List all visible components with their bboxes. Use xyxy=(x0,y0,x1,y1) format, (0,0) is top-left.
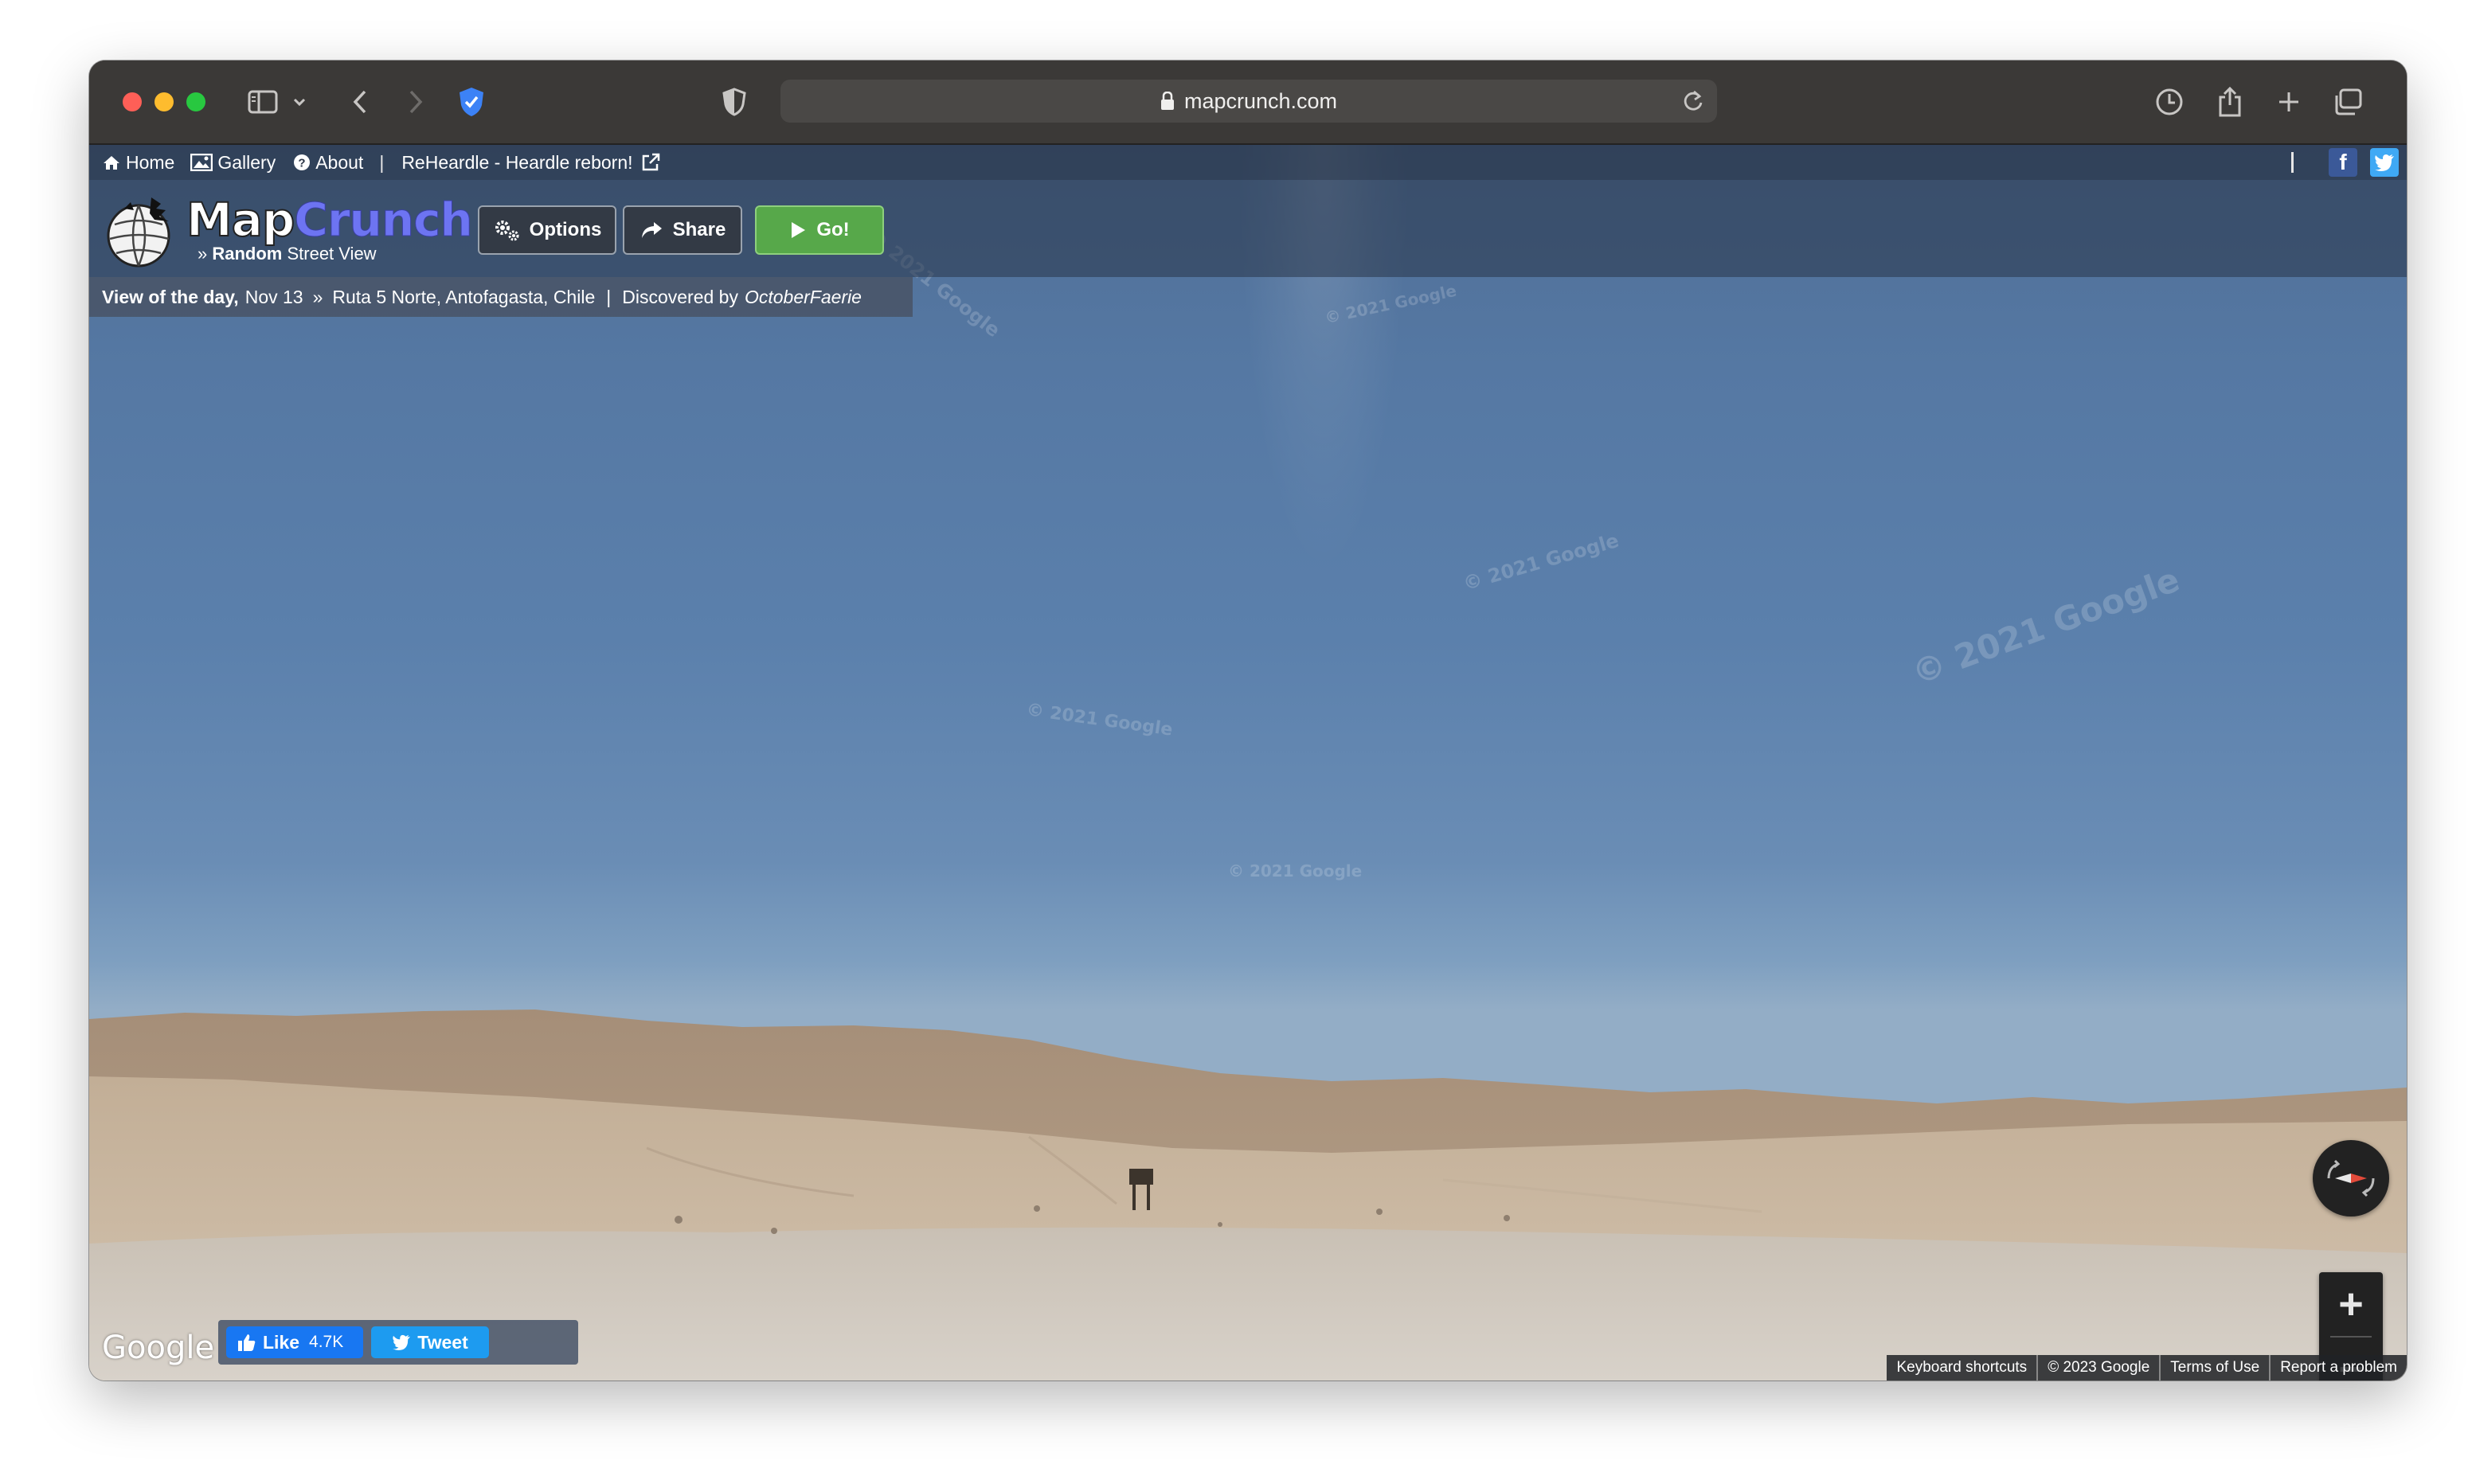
social-links: f xyxy=(2291,148,2399,177)
map-attribution: Keyboard shortcuts © 2023 Google Terms o… xyxy=(1887,1355,2407,1381)
caption-discovered: Discovered by xyxy=(622,286,738,307)
twitter-icon[interactable] xyxy=(2370,148,2399,177)
copyright-text: © 2023 Google xyxy=(2048,1359,2150,1376)
back-arrow-icon[interactable] xyxy=(344,81,376,123)
tweet-button[interactable]: Tweet xyxy=(371,1326,489,1358)
address-bar[interactable]: mapcrunch.com xyxy=(780,80,1717,123)
minimize-window-button[interactable] xyxy=(154,92,174,111)
caption-date: Nov 13 xyxy=(244,286,303,307)
twitter-bird-icon xyxy=(392,1334,411,1350)
lock-icon xyxy=(1160,92,1175,111)
reload-icon[interactable] xyxy=(1682,89,1704,119)
desert-landscape xyxy=(89,1010,2407,1381)
sidebar-toggle-icon[interactable] xyxy=(244,81,282,123)
nav-promo-link[interactable]: ReHeardle - Heardle reborn! xyxy=(401,152,664,174)
terms-of-use-link[interactable]: Terms of Use xyxy=(2161,1359,2269,1377)
thumbs-up-icon xyxy=(237,1333,256,1352)
zoom-in-button[interactable]: + xyxy=(2319,1272,2383,1336)
new-tab-plus-icon[interactable] xyxy=(2271,81,2306,123)
tracking-shield-icon[interactable] xyxy=(718,81,750,123)
play-icon xyxy=(789,221,807,240)
report-problem-link[interactable]: Report a problem xyxy=(2271,1359,2407,1377)
caption-raquo: » xyxy=(312,286,323,307)
go-button[interactable]: Go! xyxy=(755,205,884,255)
globe-logo-icon xyxy=(107,197,170,268)
nav-gallery-label: Gallery xyxy=(217,151,276,173)
home-icon xyxy=(102,154,121,170)
facebook-icon[interactable]: f xyxy=(2329,148,2357,177)
url-text: mapcrunch.com xyxy=(1183,88,1338,113)
share-button[interactable]: Share xyxy=(623,205,742,255)
like-label: Like xyxy=(263,1331,300,1353)
fullscreen-window-button[interactable] xyxy=(186,92,205,111)
road-sign xyxy=(1129,1169,1153,1210)
compass-control[interactable] xyxy=(2313,1140,2389,1216)
nav-home-label: Home xyxy=(126,151,175,173)
share-icon[interactable] xyxy=(2212,81,2247,123)
tweet-label: Tweet xyxy=(417,1331,468,1353)
history-clock-icon[interactable] xyxy=(2152,81,2187,123)
caption-lead: View of the day, xyxy=(102,286,239,307)
caption-discoverer-link[interactable]: OctoberFaerie xyxy=(745,287,862,308)
nav-about-label: About xyxy=(315,151,364,173)
street-view-page[interactable]: © 2021 Google © 2021 Google © 2021 Googl… xyxy=(89,145,2407,1381)
nav-promo-label: ReHeardle - Heardle reborn! xyxy=(401,151,633,173)
go-label: Go! xyxy=(816,219,850,240)
browser-toolbar: mapcrunch.com xyxy=(89,61,2407,145)
browser-window: mapcrunch.com © 2021 Google © 2021 Googl… xyxy=(89,61,2407,1381)
options-button[interactable]: Options xyxy=(478,205,616,255)
mapcrunch-logo[interactable]: MapCrunch » Random Street View xyxy=(104,192,473,269)
svg-text:?: ? xyxy=(299,157,306,170)
nav-gallery-link[interactable]: Gallery xyxy=(190,152,276,174)
view-of-the-day-caption: View of the day, Nov 13 » Ruta 5 Norte, … xyxy=(89,277,913,317)
header: MapCrunch » Random Street View Options S… xyxy=(89,180,2407,277)
keyboard-shortcuts-link[interactable]: Keyboard shortcuts xyxy=(1887,1359,2036,1377)
google-logo[interactable]: Google xyxy=(102,1330,214,1366)
close-window-button[interactable] xyxy=(123,92,142,111)
social-share-strip: Like 4.7K Tweet xyxy=(218,1320,578,1365)
share-label: Share xyxy=(672,219,726,240)
gears-icon xyxy=(493,218,520,242)
site-nav: Home Gallery ? About | ReHeardle - Heard… xyxy=(89,145,2407,180)
logo-wordmark: MapCrunch xyxy=(186,192,473,248)
facebook-like-button[interactable]: Like 4.7K xyxy=(226,1326,363,1358)
google-watermark: © 2021 Google xyxy=(1228,861,1363,881)
chevron-down-icon[interactable] xyxy=(290,81,309,123)
picture-icon xyxy=(190,154,213,171)
share-arrow-icon xyxy=(640,221,663,240)
like-count: 4.7K xyxy=(309,1333,344,1351)
compass-icon xyxy=(2327,1159,2375,1197)
options-label: Options xyxy=(529,219,602,240)
nav-home-link[interactable]: Home xyxy=(102,152,174,174)
logo-tagline: » Random Street View xyxy=(198,244,377,264)
caption-separator: | xyxy=(606,286,612,307)
privacy-shield-icon[interactable] xyxy=(456,81,487,123)
social-separator xyxy=(2291,152,2294,173)
tab-overview-icon[interactable] xyxy=(2330,81,2365,123)
question-circle-icon: ? xyxy=(293,154,311,171)
external-link-icon xyxy=(641,153,660,172)
forward-arrow-icon[interactable] xyxy=(400,81,432,123)
nav-about-link[interactable]: ? About xyxy=(293,152,363,174)
caption-location: Ruta 5 Norte, Antofagasta, Chile xyxy=(332,286,596,307)
nav-separator: | xyxy=(379,151,385,173)
